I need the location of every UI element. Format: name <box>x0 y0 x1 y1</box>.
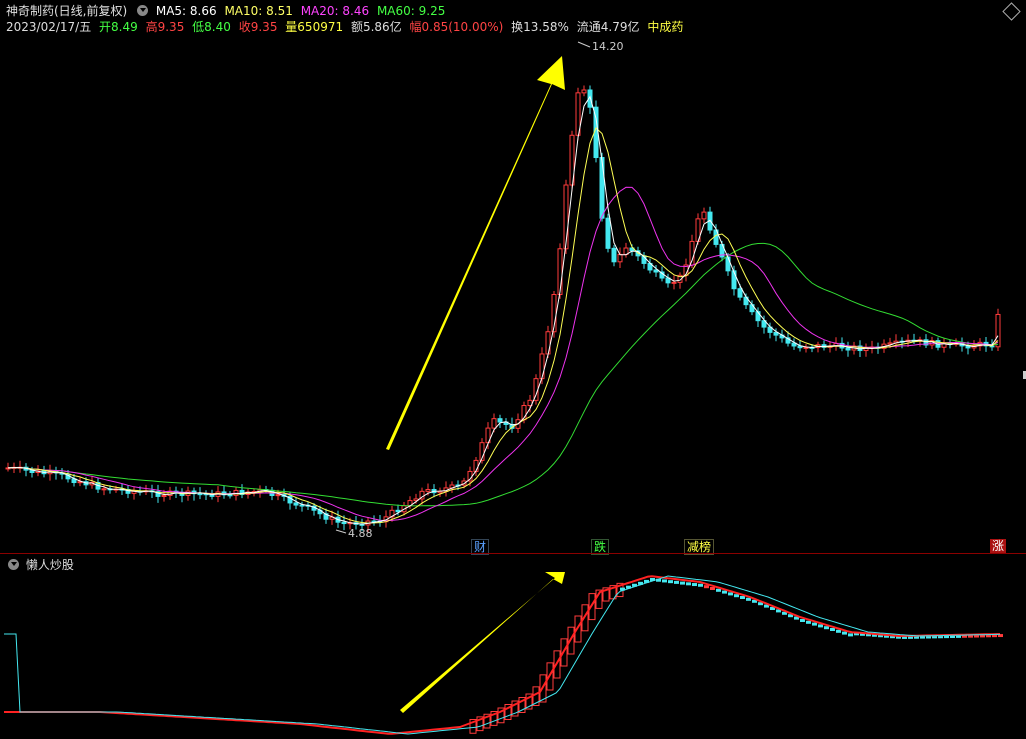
candle-body <box>197 493 203 496</box>
indicator-step <box>824 626 829 630</box>
indicator-step <box>818 624 823 628</box>
quote-turnover: 换13.58% <box>511 20 569 34</box>
indicator-step <box>680 581 685 585</box>
candle-body <box>725 256 731 272</box>
indicator-chart[interactable] <box>0 572 1026 739</box>
quote-date: 2023/02/17/五 <box>6 20 92 34</box>
quote-open: 开8.49 <box>99 20 138 34</box>
quote-sector[interactable]: 中成药 <box>647 20 683 34</box>
indicator-step <box>704 585 709 589</box>
indicator-step <box>836 629 841 633</box>
quote-close: 收9.35 <box>238 20 278 34</box>
indicator-step <box>722 590 727 594</box>
candle-body <box>599 157 605 219</box>
indicator-step <box>716 588 721 592</box>
candle-body <box>425 488 431 492</box>
chart-header: 神奇制药(日线,前复权) MA5: 8.66 MA10: 8.51 MA20: … <box>0 0 1026 36</box>
header-row-quote: 2023/02/17/五 开8.49 高9.35 低8.40 收9.35 量65… <box>6 19 687 35</box>
indicator-step <box>692 583 697 587</box>
candle-body <box>161 494 167 497</box>
event-tag-limit-up[interactable]: 涨 <box>990 539 1007 553</box>
candle-body <box>227 494 233 497</box>
quote-low: 低8.40 <box>192 20 231 34</box>
indicator-step <box>668 580 673 584</box>
candle-body <box>611 247 617 263</box>
ma20-label: MA20: 8.46 <box>300 4 370 18</box>
candle-body <box>701 211 707 220</box>
ma10-label: MA10: 8.51 <box>224 4 293 18</box>
quote-change: 幅0.85(10.00%) <box>409 20 504 34</box>
candle-body <box>581 89 587 94</box>
candle-body <box>101 488 107 491</box>
quote-amount: 额5.86亿 <box>350 20 402 34</box>
indicator-step <box>698 583 703 587</box>
header-row-ma: 神奇制药(日线,前复权) MA5: 8.66 MA10: 8.51 MA20: … <box>6 3 449 19</box>
indicator-step <box>734 594 739 598</box>
candle-body <box>293 502 299 506</box>
quote-float: 流通4.79亿 <box>576 20 640 34</box>
indicator-name: 懒人炒股 <box>25 558 74 572</box>
pane-divider <box>0 553 1026 554</box>
candle-body <box>539 353 545 380</box>
indicator-step <box>848 633 853 637</box>
candle-body <box>887 342 893 345</box>
indicator-step <box>830 628 835 631</box>
indicator-header: 懒人炒股 <box>6 556 74 573</box>
candle-body <box>299 504 305 507</box>
indicator-step <box>746 597 751 601</box>
candle-body <box>845 347 851 351</box>
quote-volume: 量650971 <box>285 20 344 34</box>
indicator-step <box>800 619 805 622</box>
candle-body <box>653 269 659 273</box>
dropdown-icon[interactable] <box>137 5 149 16</box>
indicator-step <box>806 620 811 624</box>
stock-title: 神奇制药(日线,前复权) <box>6 4 128 18</box>
candle-body <box>617 253 623 263</box>
indicator-step <box>740 596 745 599</box>
quote-high: 高9.35 <box>145 20 185 34</box>
ma60-label: MA60: 9.25 <box>376 4 446 18</box>
candle-body <box>737 288 743 298</box>
candle-body <box>491 418 497 429</box>
indicator-step <box>728 592 733 596</box>
indicator-step <box>842 631 847 635</box>
indicator-dropdown-icon[interactable] <box>8 559 19 570</box>
indicator-step <box>686 582 691 586</box>
candle-body <box>341 521 347 525</box>
indicator-step <box>662 579 667 583</box>
indicator-step <box>710 587 715 590</box>
candle-body <box>731 270 737 290</box>
ma5-label: MA5: 8.66 <box>155 4 217 18</box>
candle-body <box>275 494 281 497</box>
high-annotation: 14.20 <box>592 40 624 53</box>
candle-body <box>671 281 677 284</box>
indicator-step <box>674 580 679 584</box>
kline-chart[interactable]: 14.20 4.88 <box>0 36 1026 554</box>
indicator-step <box>812 622 817 626</box>
low-annotation: 4.88 <box>348 527 373 540</box>
candle-body <box>605 217 611 249</box>
candle-body <box>497 418 503 423</box>
settings-diamond-icon[interactable] <box>1002 2 1021 21</box>
